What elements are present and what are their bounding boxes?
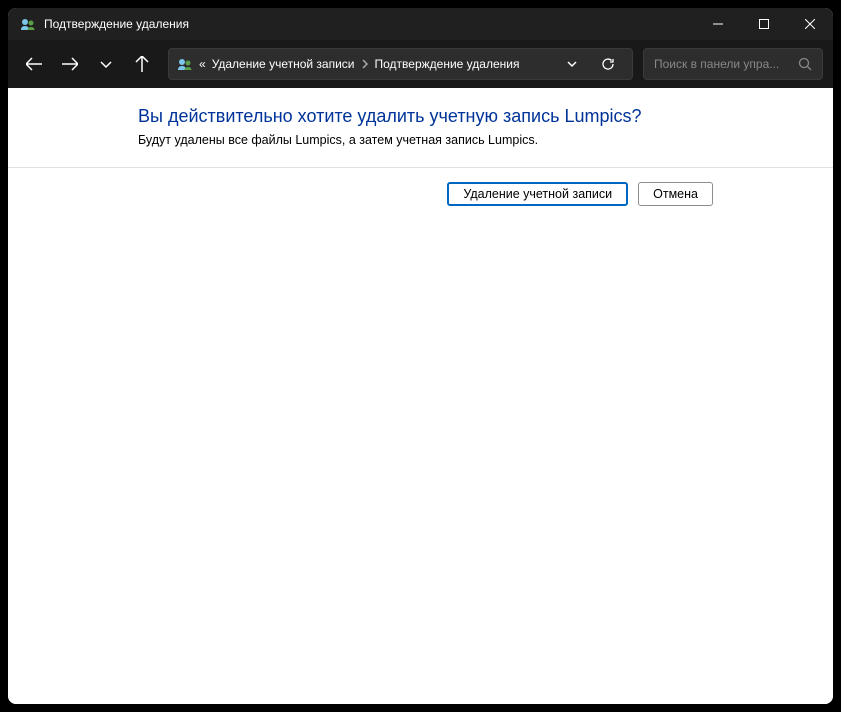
search-input[interactable]: Поиск в панели упра...: [643, 48, 823, 80]
breadcrumb-part2[interactable]: Подтверждение удаления: [375, 57, 520, 71]
search-placeholder: Поиск в панели упра...: [654, 57, 779, 71]
close-button[interactable]: [787, 8, 833, 40]
recent-dropdown-button[interactable]: [90, 48, 122, 80]
search-icon: [798, 57, 812, 71]
page-description: Будут удалены все файлы Lumpics, а затем…: [138, 133, 813, 147]
user-accounts-icon: [20, 16, 36, 32]
divider: [8, 167, 833, 168]
titlebar-controls: [695, 8, 833, 40]
forward-button[interactable]: [54, 48, 86, 80]
titlebar-left: Подтверждение удаления: [20, 16, 189, 32]
breadcrumb-prefix: «: [199, 57, 206, 71]
cancel-button[interactable]: Отмена: [638, 182, 713, 206]
titlebar: Подтверждение удаления: [8, 8, 833, 40]
button-row: Удаление учетной записи Отмена: [8, 182, 833, 206]
navbar: « Удаление учетной записи Подтверждение …: [8, 40, 833, 88]
content-area: Вы действительно хотите удалить учетную …: [8, 88, 833, 704]
chevron-right-icon: [361, 59, 369, 69]
refresh-button[interactable]: [592, 57, 624, 71]
page-heading: Вы действительно хотите удалить учетную …: [138, 106, 813, 127]
delete-account-button[interactable]: Удаление учетной записи: [447, 182, 628, 206]
back-button[interactable]: [18, 48, 50, 80]
address-dropdown-button[interactable]: [558, 59, 586, 69]
maximize-button[interactable]: [741, 8, 787, 40]
up-button[interactable]: [126, 48, 158, 80]
address-bar[interactable]: « Удаление учетной записи Подтверждение …: [168, 48, 633, 80]
window-title: Подтверждение удаления: [44, 17, 189, 31]
user-accounts-icon: [177, 56, 193, 72]
breadcrumb-part1[interactable]: Удаление учетной записи: [212, 57, 355, 71]
minimize-button[interactable]: [695, 8, 741, 40]
window: Подтверждение удаления: [8, 8, 833, 704]
